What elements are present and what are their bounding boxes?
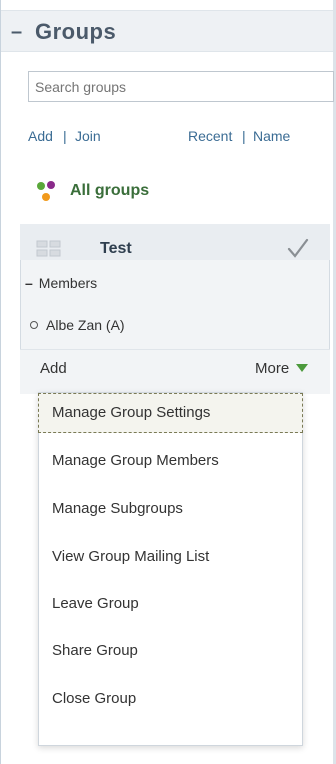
menu-item-manage-settings[interactable]: Manage Group Settings (38, 393, 303, 433)
member-name: Albe Zan (A) (46, 317, 125, 333)
menu-item-manage-members[interactable]: Manage Group Members (38, 441, 303, 481)
add-member-link[interactable]: Add (40, 360, 67, 377)
group-name[interactable]: Test (100, 240, 132, 258)
sort-name-link[interactable]: Name (253, 128, 290, 144)
member-item[interactable]: Albe Zan (A) (30, 317, 125, 333)
more-menu-button[interactable]: More (255, 360, 309, 377)
members-collapse-symbol: – (25, 275, 33, 291)
checkmark-icon (287, 238, 309, 258)
all-groups-dots-icon (37, 181, 55, 201)
sort-recent-link[interactable]: Recent (188, 128, 232, 144)
menu-item-share-group[interactable]: Share Group (38, 631, 303, 671)
members-toggle[interactable]: – Members (25, 275, 97, 291)
search-groups-input[interactable] (28, 71, 334, 102)
member-bullet-icon (30, 321, 38, 330)
panel-title: Groups (35, 19, 117, 44)
collapse-toggle[interactable]: – (11, 22, 22, 42)
join-link[interactable]: Join (75, 128, 101, 144)
add-link[interactable]: Add (28, 128, 53, 144)
menu-item-leave-group[interactable]: Leave Group (38, 584, 303, 624)
sort-separator: | (242, 128, 246, 144)
group-card-header[interactable] (20, 224, 330, 260)
groups-header: – Groups (1, 10, 333, 52)
members-label: Members (38, 275, 98, 291)
all-groups-link[interactable]: All groups (70, 182, 149, 200)
group-icon (36, 240, 61, 257)
chevron-down-icon (296, 364, 309, 373)
more-label: More (255, 360, 290, 377)
menu-item-view-mailing-list[interactable]: View Group Mailing List (38, 537, 303, 577)
action-separator: | (63, 128, 67, 144)
menu-item-close-group[interactable]: Close Group (38, 679, 303, 719)
menu-item-manage-subgroups[interactable]: Manage Subgroups (38, 489, 303, 529)
